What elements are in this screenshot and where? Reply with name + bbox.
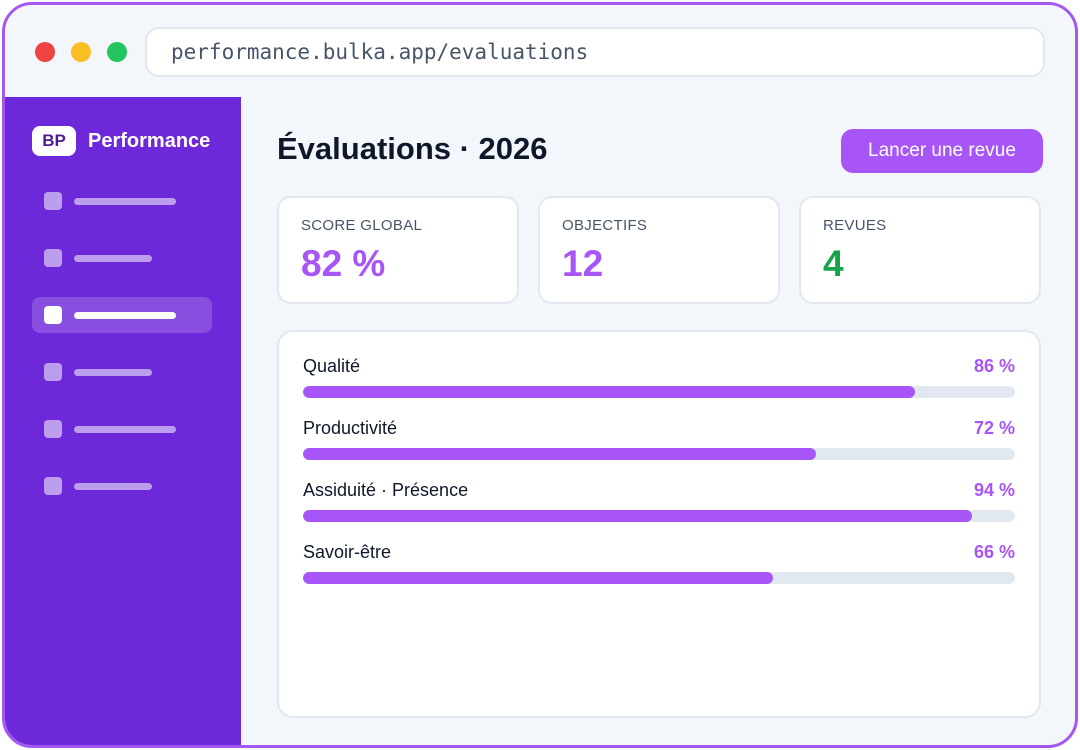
metrics-panel: Qualité 86 % Productivité 72 % Assiduité…: [277, 330, 1041, 718]
nav-square-icon: [44, 192, 62, 210]
metric-row: Qualité 86 %: [303, 356, 1015, 404]
url-bar[interactable]: performance.bulka.app/evaluations: [145, 27, 1045, 77]
metric-value: 86 %: [973, 356, 1015, 376]
metric-label: Savoir-être: [303, 542, 392, 562]
progress-fill: [303, 510, 973, 522]
sidebar-item-1[interactable]: [32, 183, 212, 219]
url-text: performance.bulka.app/evaluations: [171, 40, 589, 64]
nav-label-placeholder: [74, 369, 152, 376]
nav-square-icon: [44, 306, 62, 324]
start-review-button[interactable]: Lancer une revue: [841, 129, 1043, 173]
minimize-window-button[interactable]: [71, 42, 91, 62]
metric-value: 72 %: [973, 418, 1015, 438]
metric-row: Savoir-être 66 %: [303, 542, 1015, 590]
metric-value: 66 %: [973, 542, 1015, 562]
stat-value: 82 %: [301, 243, 386, 284]
stat-value: 12: [562, 243, 604, 284]
brand[interactable]: BP Performance: [32, 126, 210, 156]
sidebar-item-3-active[interactable]: [32, 297, 212, 333]
metric-row: Assiduité · Présence 94 %: [303, 480, 1015, 528]
nav-label-placeholder: [74, 255, 152, 262]
metric-label: Qualité: [303, 356, 361, 376]
stat-label: OBJECTIFS: [562, 217, 648, 234]
metric-row: Productivité 72 %: [303, 418, 1015, 466]
progress-track: [303, 448, 1015, 460]
sidebar: BP Performance: [5, 97, 241, 745]
brand-logo: BP: [32, 126, 76, 156]
stat-label: REVUES: [823, 217, 887, 234]
nav-label-placeholder: [74, 198, 176, 205]
stat-label: SCORE GLOBAL: [301, 217, 423, 234]
progress-track: [303, 572, 1015, 584]
title-bar: performance.bulka.app/evaluations: [5, 5, 1075, 97]
nav-square-icon: [44, 420, 62, 438]
maximize-window-button[interactable]: [107, 42, 127, 62]
brand-name: Performance: [88, 129, 211, 152]
nav-square-icon: [44, 249, 62, 267]
progress-track: [303, 510, 1015, 522]
sidebar-item-6[interactable]: [32, 468, 212, 504]
progress-fill: [303, 572, 773, 584]
progress-fill: [303, 386, 916, 398]
nav-label-placeholder: [74, 312, 176, 319]
browser-window: performance.bulka.app/evaluations BP Per…: [2, 2, 1078, 748]
sidebar-item-5[interactable]: [32, 411, 212, 447]
stat-card-reviews: REVUES 4: [799, 196, 1041, 304]
stat-card-global-score: SCORE GLOBAL 82 %: [277, 196, 519, 304]
sidebar-item-2[interactable]: [32, 240, 212, 276]
metric-value: 94 %: [973, 480, 1015, 500]
stat-card-objectives: OBJECTIFS 12: [538, 196, 780, 304]
page-title: Évaluations · 2026: [277, 131, 548, 166]
nav-square-icon: [44, 477, 62, 495]
nav-square-icon: [44, 363, 62, 381]
progress-fill: [303, 448, 816, 460]
metric-label: Assiduité · Présence: [303, 480, 469, 500]
nav-label-placeholder: [74, 483, 152, 490]
sidebar-item-4[interactable]: [32, 354, 212, 390]
close-window-button[interactable]: [35, 42, 55, 62]
progress-track: [303, 386, 1015, 398]
stat-value: 4: [823, 243, 844, 284]
metric-label: Productivité: [303, 418, 398, 438]
nav-label-placeholder: [74, 426, 176, 433]
